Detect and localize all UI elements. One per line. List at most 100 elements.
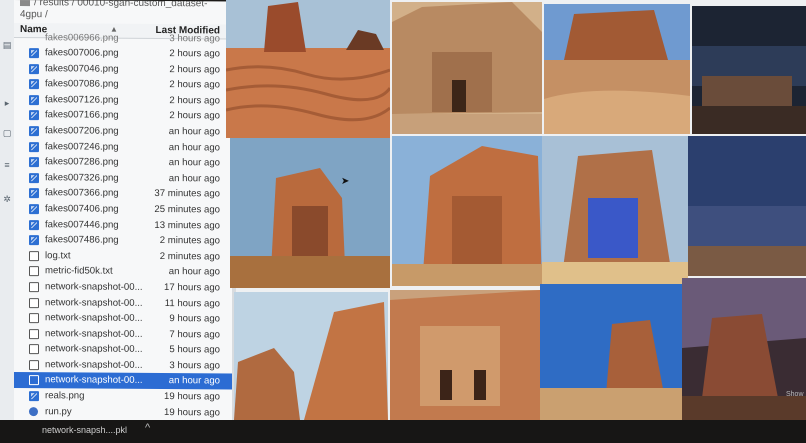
- file-row[interactable]: metric-fid50k.txt an hour ago: [14, 263, 232, 280]
- file-modified: 2 minutes ago: [159, 235, 220, 247]
- file-name: network-snapshot-00...: [45, 359, 143, 371]
- folder-icon[interactable]: [20, 0, 30, 7]
- file-modified: 5 hours ago: [169, 344, 220, 356]
- file-modified: 2 hours ago: [169, 110, 220, 122]
- image-file-icon: [29, 126, 39, 137]
- folder-icon[interactable]: ▤: [2, 40, 12, 50]
- file-row[interactable]: fakes007006.png 2 hours ago: [14, 45, 232, 62]
- image-file-icon: [29, 188, 39, 199]
- file-browser-panel: / results / 00010-sgan-custom_dataset- 4…: [14, 0, 232, 422]
- activity-bar: ▤ ▸ ▢ ≡ ✲: [0, 0, 15, 420]
- file-name: fakes007126.png: [45, 93, 119, 106]
- image-file-icon: [29, 63, 39, 74]
- file-modified: 11 hours ago: [164, 297, 220, 309]
- text-file-icon: [29, 375, 39, 386]
- file-row[interactable]: fakes007206.png an hour ago: [14, 123, 232, 140]
- file-name: network-snapshot-00...: [45, 374, 143, 387]
- file-row[interactable]: fakes007486.png 2 minutes ago: [14, 232, 232, 249]
- preview-image: [390, 290, 540, 420]
- play-icon[interactable]: ▸: [2, 98, 12, 108]
- show-button[interactable]: Show: [786, 391, 804, 398]
- file-row[interactable]: run.py 19 hours ago: [14, 404, 232, 421]
- file-name: network-snapshot-00...: [45, 327, 143, 340]
- file-name: fakes007046.png: [45, 62, 119, 75]
- file-row[interactable]: fakes007046.png 2 hours ago: [14, 61, 232, 78]
- file-row[interactable]: fakes007406.png 25 minutes ago: [14, 201, 232, 218]
- preview-image: [544, 4, 690, 134]
- file-name: fakes007446.png: [45, 218, 119, 231]
- file-row[interactable]: network-snapshot-00... 3 hours ago: [14, 357, 232, 374]
- file-modified: 37 minutes ago: [154, 188, 220, 200]
- file-name: network-snapshot-00...: [45, 343, 143, 356]
- file-row[interactable]: fakes007366.png 37 minutes ago: [14, 185, 232, 202]
- file-name: network-snapshot-00...: [45, 281, 143, 293]
- file-row[interactable]: network-snapshot-00... an hour ago: [14, 372, 232, 390]
- preview-image: [692, 6, 806, 134]
- file-row[interactable]: fakes007086.png 2 hours ago: [14, 76, 232, 93]
- file-modified: an hour ago: [168, 157, 220, 169]
- file-modified: 3 hours ago: [169, 359, 220, 372]
- file-row[interactable]: fakes007166.png 2 hours ago: [14, 107, 232, 124]
- file-modified: an hour ago: [168, 126, 220, 138]
- preview-image: [392, 2, 542, 134]
- image-file-icon: [29, 157, 39, 168]
- text-file-icon: [29, 266, 39, 277]
- file-row[interactable]: fakes007326.png an hour ago: [14, 170, 232, 187]
- image-file-icon: [29, 141, 39, 152]
- preview-image: [234, 292, 388, 420]
- image-file-icon: [29, 204, 39, 215]
- list-icon[interactable]: ≡: [2, 160, 12, 170]
- text-file-icon: [29, 250, 39, 261]
- preview-image: [540, 284, 682, 420]
- file-row[interactable]: network-snapshot-00... 7 hours ago: [14, 326, 232, 343]
- file-modified: 19 hours ago: [163, 391, 220, 403]
- text-file-icon: [29, 328, 39, 339]
- file-row[interactable]: network-snapshot-00... 5 hours ago: [14, 341, 232, 358]
- file-row[interactable]: network-snapshot-00... 11 hours ago: [14, 295, 232, 312]
- file-row[interactable]: fakes007286.png an hour ago: [14, 154, 232, 171]
- file-modified: 13 minutes ago: [154, 219, 220, 231]
- image-file-icon: [29, 219, 39, 230]
- file-modified: an hour ago: [168, 141, 220, 154]
- file-modified: 19 hours ago: [163, 406, 220, 419]
- file-name: fakes006966.png: [45, 32, 119, 44]
- file-name: fakes007326.png: [45, 171, 119, 184]
- file-modified: an hour ago: [168, 375, 220, 387]
- image-file-icon: [29, 79, 39, 90]
- preview-image: [230, 138, 390, 288]
- chevron-up-icon[interactable]: ^: [145, 422, 150, 434]
- preview-image: [682, 278, 806, 420]
- text-file-icon: [29, 359, 39, 371]
- file-row[interactable]: reals.png 19 hours ago: [14, 388, 232, 405]
- gear-icon[interactable]: ✲: [2, 194, 12, 204]
- preview-image: [688, 136, 806, 276]
- file-modified: 2 minutes ago: [159, 250, 220, 263]
- file-name: fakes007206.png: [45, 125, 119, 137]
- file-modified: 2 hours ago: [169, 63, 220, 76]
- file-row[interactable]: fakes007126.png 2 hours ago: [14, 92, 232, 109]
- file-row[interactable]: log.txt 2 minutes ago: [14, 248, 232, 265]
- file-row[interactable]: network-snapshot-00... 9 hours ago: [14, 310, 232, 327]
- file-row[interactable]: fakes007446.png 13 minutes ago: [14, 217, 232, 234]
- image-file-icon: [29, 110, 39, 121]
- text-file-icon: [29, 297, 39, 308]
- file-row[interactable]: fakes007246.png an hour ago: [14, 139, 232, 156]
- breadcrumb-path[interactable]: / results / 00010-sgan-custom_dataset-: [34, 0, 207, 9]
- file-name: run.py: [45, 405, 72, 418]
- file-name: fakes007166.png: [45, 109, 119, 122]
- file-name: fakes007246.png: [45, 140, 119, 153]
- file-modified: 25 minutes ago: [154, 203, 220, 216]
- file-modified: 9 hours ago: [169, 313, 220, 325]
- square-icon[interactable]: ▢: [2, 128, 12, 138]
- file-name: reals.png: [45, 390, 85, 402]
- name-column-header[interactable]: Name: [20, 24, 47, 35]
- file-row[interactable]: network-snapshot-00... 17 hours ago: [14, 279, 232, 296]
- file-name: network-snapshot-00...: [45, 312, 143, 324]
- file-modified: 7 hours ago: [169, 328, 220, 341]
- download-item[interactable]: network-snapsh....pkl: [42, 425, 127, 435]
- preview-image: [226, 0, 390, 138]
- file-name: metric-fid50k.txt: [45, 265, 113, 278]
- breadcrumb-continuation[interactable]: 4gpu /: [20, 9, 48, 20]
- text-file-icon: [29, 313, 39, 324]
- file-name: log.txt: [45, 249, 71, 262]
